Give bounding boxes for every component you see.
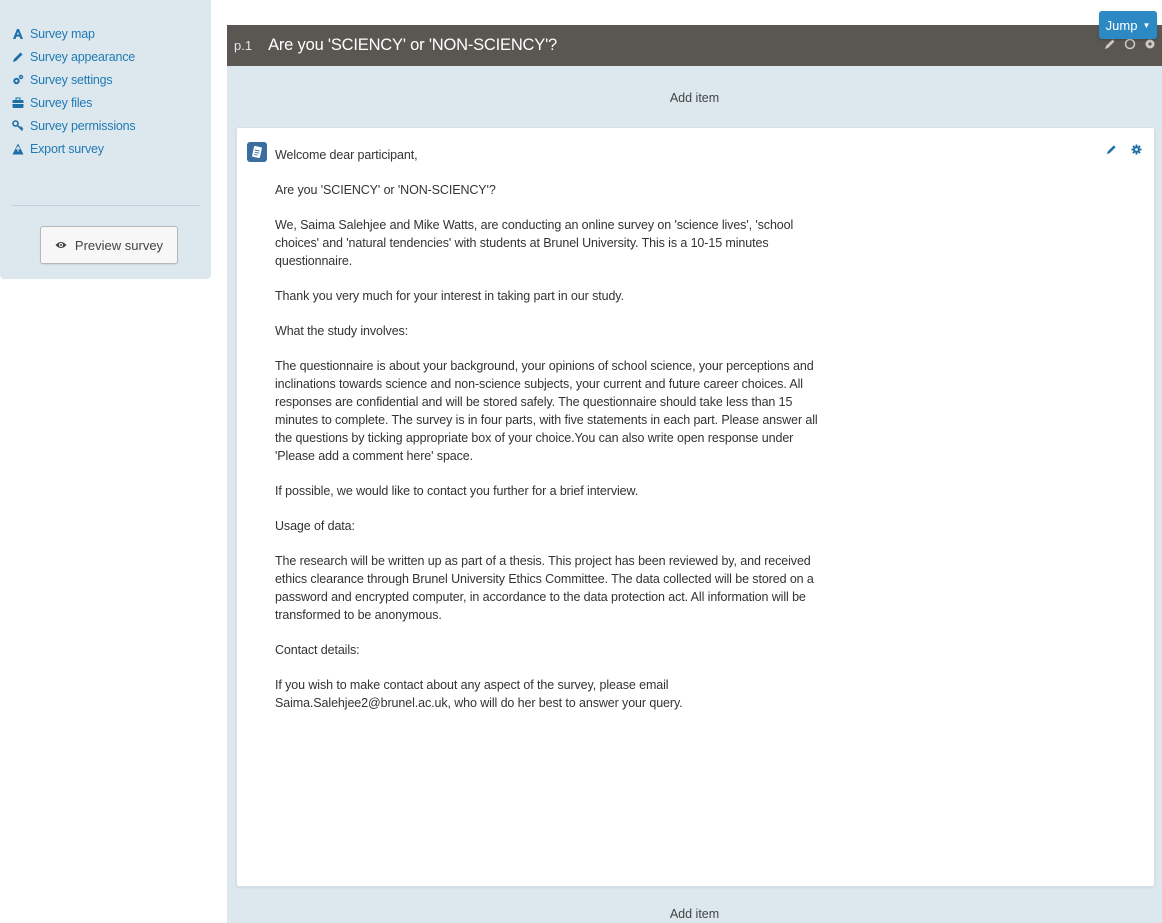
survey-map-icon <box>12 28 24 40</box>
add-item-bottom-button[interactable]: Add item <box>227 907 1162 921</box>
item-paragraph: Are you 'SCIENCY' or 'NON-SCIENCY'? <box>275 183 496 197</box>
page-title: Are you 'SCIENCY' or 'NON-SCIENCY'? <box>268 36 557 54</box>
eye-icon <box>55 238 67 253</box>
page-settings-icon[interactable] <box>1144 38 1156 50</box>
sidebar-item-export-survey[interactable]: Export survey <box>12 137 202 160</box>
page-header: p.1 Are you 'SCIENCY' or 'NON-SCIENCY'? <box>227 25 1162 66</box>
sidebar-item-label: Survey settings <box>30 72 113 87</box>
item-paragraph: The questionnaire is about your backgrou… <box>275 359 818 463</box>
sidebar-item-survey-appearance[interactable]: Survey appearance <box>12 45 202 68</box>
jump-label: Jump <box>1105 17 1138 33</box>
item-paragraph: If possible, we would like to contact yo… <box>275 484 639 498</box>
item-paragraph: Welcome dear participant, <box>275 148 418 162</box>
caret-down-icon: ▼ <box>1142 20 1151 30</box>
export-icon <box>12 143 24 155</box>
sidebar-item-label: Survey files <box>30 95 93 110</box>
briefcase-icon <box>12 97 24 109</box>
pencil-icon <box>12 51 24 63</box>
gears-icon <box>12 74 24 86</box>
sidebar-item-survey-permissions[interactable]: Survey permissions <box>12 114 202 137</box>
item-settings-icon[interactable] <box>1131 144 1142 155</box>
item-paragraph: What the study involves: <box>275 324 409 338</box>
sidebar-item-label: Export survey <box>30 141 104 156</box>
sidebar-item-survey-map[interactable]: Survey map <box>12 22 202 45</box>
key-icon <box>12 119 24 132</box>
sidebar-menu: Survey map Survey appearance Survey sett… <box>12 22 202 160</box>
item-paragraph: The research will be written up as part … <box>275 554 814 622</box>
item-text: Welcome dear participant, Are you 'SCIEN… <box>275 146 835 729</box>
sidebar-item-survey-files[interactable]: Survey files <box>12 91 202 114</box>
page-header-tools <box>1104 38 1156 50</box>
page-view-icon[interactable] <box>1124 38 1136 50</box>
add-item-top-button[interactable]: Add item <box>227 91 1162 105</box>
item-paragraph: If you wish to make contact about any as… <box>275 678 683 710</box>
sidebar-item-label: Survey permissions <box>30 118 136 133</box>
text-item-icon <box>247 142 267 162</box>
jump-button[interactable]: Jump ▼ <box>1099 11 1157 39</box>
sidebar-item-survey-settings[interactable]: Survey settings <box>12 68 202 91</box>
preview-survey-label: Preview survey <box>74 237 164 253</box>
edit-item-icon[interactable] <box>1106 144 1117 155</box>
preview-survey-button[interactable]: Preview survey <box>40 226 178 264</box>
item-paragraph: Usage of data: <box>275 519 355 533</box>
sidebar: Survey map Survey appearance Survey sett… <box>0 0 211 279</box>
text-item-card[interactable]: Welcome dear participant, Are you 'SCIEN… <box>236 127 1155 887</box>
sidebar-item-label: Survey appearance <box>30 49 136 64</box>
item-paragraph: Thank you very much for your interest in… <box>275 289 624 303</box>
page-number: p.1 <box>234 38 253 53</box>
item-paragraph: Contact details: <box>275 643 360 657</box>
sidebar-item-label: Survey map <box>30 26 95 41</box>
sidebar-divider <box>12 205 200 206</box>
item-tools <box>1106 144 1142 155</box>
page-edit-icon[interactable] <box>1104 38 1116 50</box>
item-paragraph: We, Saima Salehjee and Mike Watts, are c… <box>275 218 794 268</box>
